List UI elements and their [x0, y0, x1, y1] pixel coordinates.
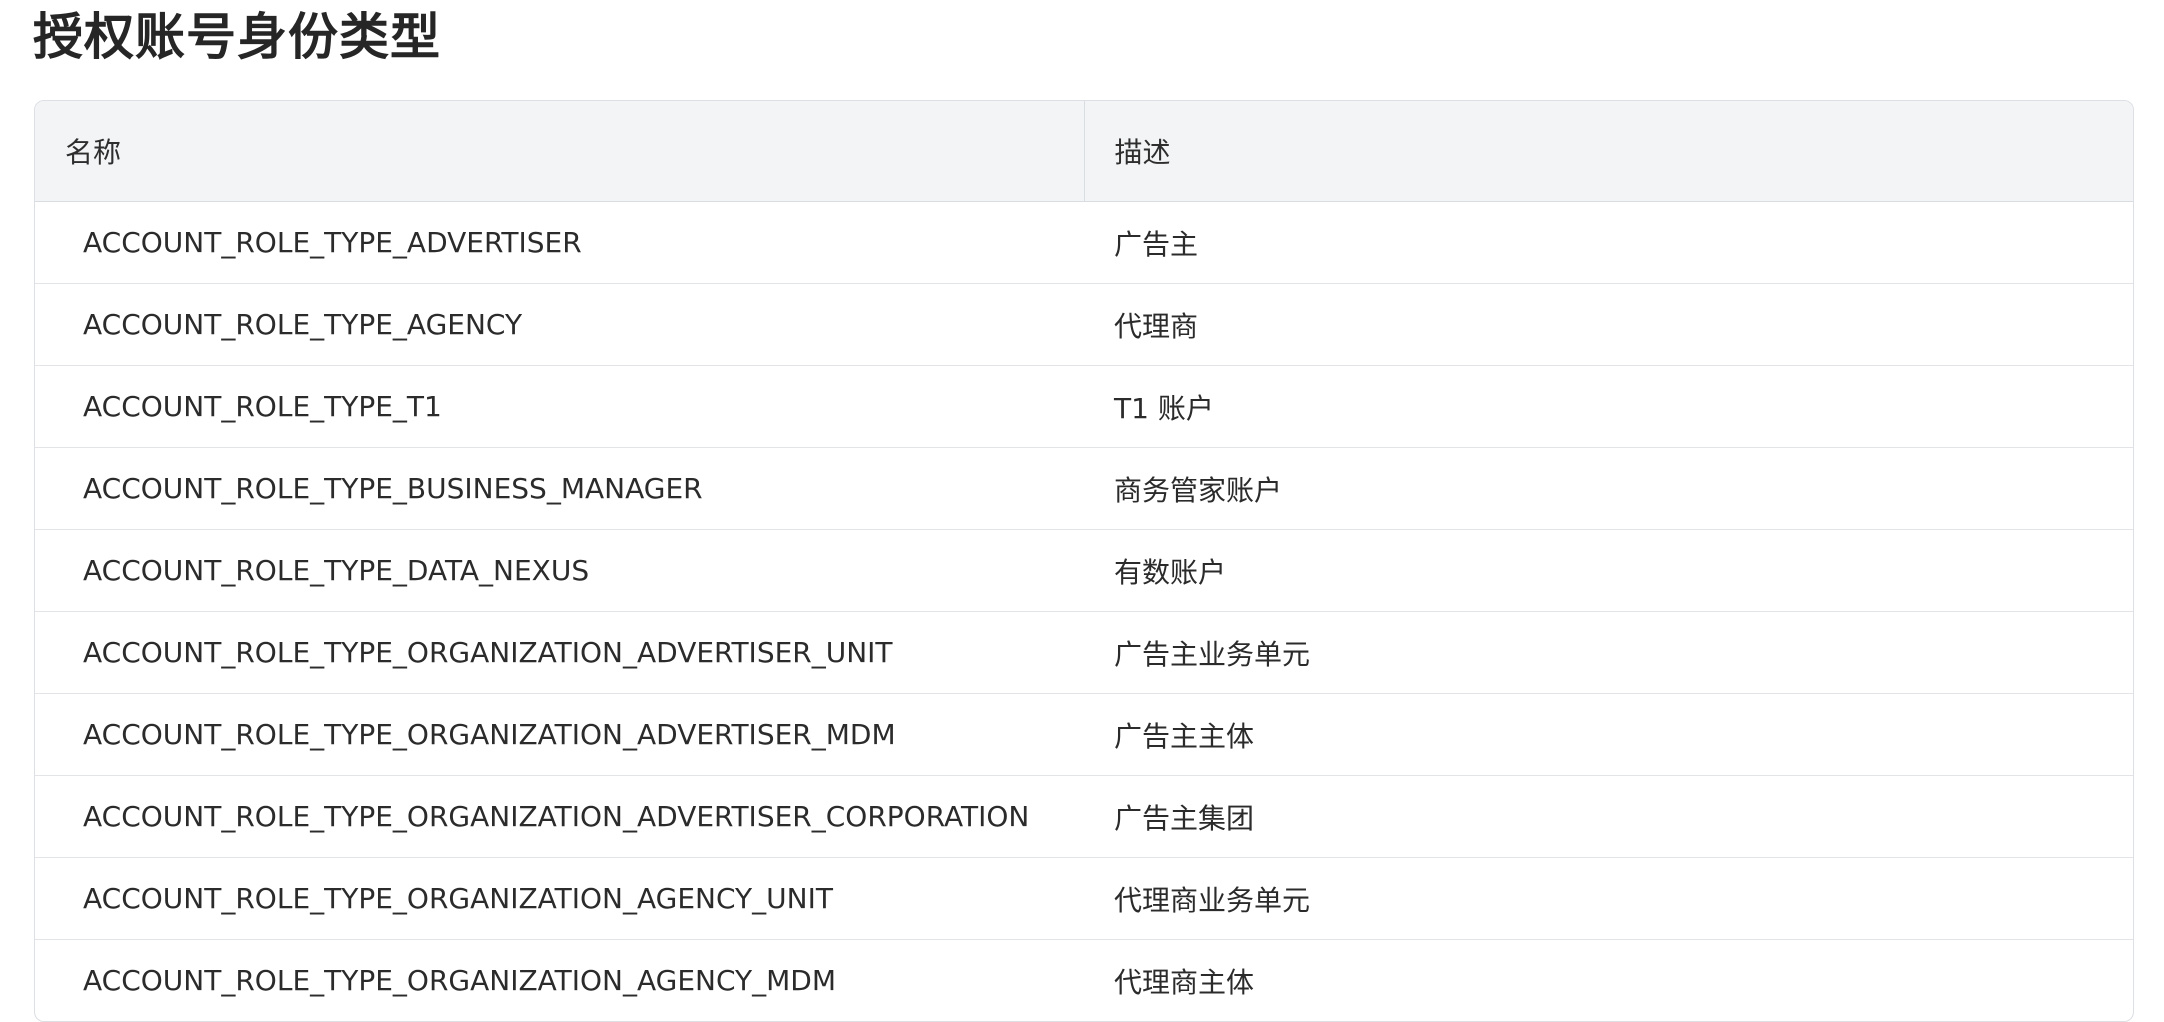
row-description-cell: 广告主集团: [1084, 775, 2133, 858]
row-description-cell: 商务管家账户: [1084, 447, 2133, 530]
row-name-cell: ACCOUNT_ROLE_TYPE_ORGANIZATION_AGENCY_MD…: [83, 964, 837, 997]
row-description-cell: T1 账户: [1084, 365, 2133, 448]
table-row: ACCOUNT_ROLE_TYPE_T1 T1 账户: [35, 365, 2133, 448]
account-role-type-table: 名称 描述 ACCOUNT_ROLE_TYPE_ADVERTISER 广告主 A…: [34, 100, 2134, 1022]
table-row: ACCOUNT_ROLE_TYPE_ORGANIZATION_ADVERTISE…: [35, 775, 2133, 858]
row-name-cell: ACCOUNT_ROLE_TYPE_BUSINESS_MANAGER: [35, 447, 1084, 530]
row-description-cell: 有数账户: [1084, 529, 2133, 612]
data-table: 名称 描述 ACCOUNT_ROLE_TYPE_ADVERTISER 广告主 A…: [35, 101, 2133, 1021]
table-row: ACCOUNT_ROLE_TYPE_AGENCY 代理商: [35, 283, 2133, 366]
row-name-cell: ACCOUNT_ROLE_TYPE_ORGANIZATION_AGENCY_UN…: [35, 857, 1084, 940]
row-name-cell: ACCOUNT_ROLE_TYPE_T1: [35, 365, 1084, 448]
row-name-cell: ACCOUNT_ROLE_TYPE_ORGANIZATION_ADVERTISE…: [35, 775, 1084, 858]
row-description-cell: 广告主业务单元: [1084, 611, 2133, 694]
table-row: ACCOUNT_ROLE_TYPE_BUSINESS_MANAGER 商务管家账…: [35, 447, 2133, 530]
table-row: ACCOUNT_ROLE_TYPE_ADVERTISER 广告主: [35, 201, 2133, 284]
row-name-cell: ACCOUNT_ROLE_TYPE_ORGANIZATION_ADVERTISE…: [35, 611, 1084, 694]
column-header-name: 名称: [35, 101, 1085, 202]
row-description-cell: 代理商: [1084, 283, 2133, 366]
table-header-row: 名称 描述: [35, 101, 2133, 202]
row-description-cell: 代理商主体: [1114, 965, 1255, 999]
page-title: 授权账号身份类型: [33, 8, 441, 66]
row-description-cell: 广告主主体: [1084, 693, 2133, 776]
table-row: ACCOUNT_ROLE_TYPE_ORGANIZATION_AGENCY_UN…: [35, 857, 2133, 940]
row-name-cell: ACCOUNT_ROLE_TYPE_DATA_NEXUS: [35, 529, 1084, 612]
table-row: ACCOUNT_ROLE_TYPE_ORGANIZATION_AGENCY_MD…: [35, 940, 2133, 1022]
row-description-cell: 代理商业务单元: [1084, 857, 2133, 940]
column-header-description: 描述: [1084, 101, 2133, 202]
row-name-cell: ACCOUNT_ROLE_TYPE_ORGANIZATION_ADVERTISE…: [35, 693, 1084, 776]
table-row: ACCOUNT_ROLE_TYPE_ORGANIZATION_ADVERTISE…: [35, 693, 2133, 776]
table-header: 名称 描述: [35, 101, 2133, 202]
row-description-cell: 广告主: [1084, 201, 2133, 284]
row-name-cell: ACCOUNT_ROLE_TYPE_AGENCY: [35, 283, 1084, 366]
table-row: ACCOUNT_ROLE_TYPE_DATA_NEXUS 有数账户: [35, 529, 2133, 612]
row-name-cell: ACCOUNT_ROLE_TYPE_ADVERTISER: [35, 201, 1084, 284]
table-body: ACCOUNT_ROLE_TYPE_ADVERTISER 广告主 ACCOUNT…: [35, 201, 2133, 1022]
table-row: ACCOUNT_ROLE_TYPE_ORGANIZATION_ADVERTISE…: [35, 611, 2133, 694]
